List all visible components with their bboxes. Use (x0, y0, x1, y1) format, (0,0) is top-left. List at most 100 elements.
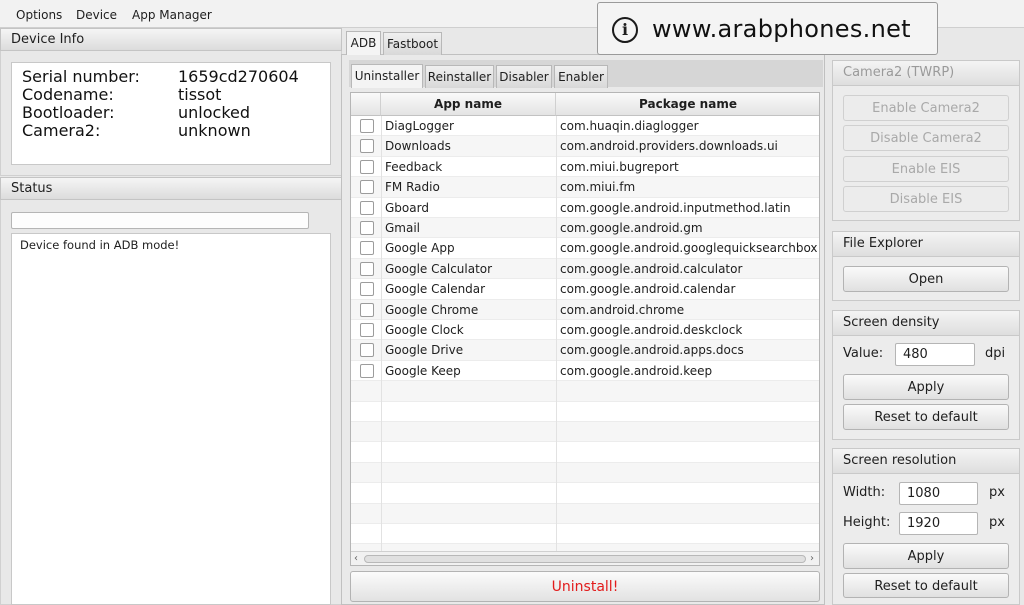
app-name-cell: Google App (385, 241, 455, 256)
menu-device[interactable]: Device (76, 8, 117, 22)
table-row[interactable]: Gmail com.google.android.gm (351, 218, 819, 239)
app-name-cell: Google Keep (385, 363, 461, 378)
package-name-cell: com.huaqin.diaglogger (560, 119, 699, 133)
density-value-label: Value: (843, 346, 884, 361)
table-row[interactable]: Google Calculator com.google.android.calc… (351, 258, 819, 280)
bootloader-value: unlocked (178, 103, 251, 122)
package-name-cell: com.android.providers.downloads.ui (560, 139, 778, 154)
width-unit: px (989, 485, 1005, 500)
app-name-cell: Downloads (385, 139, 451, 154)
width-label: Width: (843, 485, 886, 500)
serial-value: 1659cd270604 (178, 67, 299, 86)
tab-enabler[interactable]: Enabler (554, 65, 608, 88)
table-row[interactable]: Google Calendar com.google.android.calend… (351, 279, 819, 300)
table-row[interactable]: FM Radio com.miui.fm (351, 177, 819, 198)
row-checkbox[interactable] (360, 323, 374, 337)
open-button[interactable]: Open (843, 266, 1009, 292)
status-log: Device found in ADB mode! (11, 233, 331, 605)
disable-eis-button[interactable]: Disable EIS (843, 186, 1009, 212)
serial-label: Serial number: (22, 67, 140, 86)
app-name-cell: Google Calculator (385, 261, 493, 276)
table-row[interactable]: Google Keep com.google.android.keep (351, 361, 819, 382)
package-name-cell: com.miui.bugreport (560, 159, 679, 174)
row-checkbox[interactable] (360, 241, 374, 256)
row-checkbox[interactable] (360, 363, 374, 378)
empty-table-row (351, 442, 819, 463)
row-checkbox[interactable] (360, 180, 374, 195)
resolution-reset-button[interactable]: Reset to default (843, 573, 1009, 598)
package-name-cell: com.google.android.deskclock (560, 323, 743, 337)
header-package-name[interactable]: Package name (556, 93, 819, 116)
row-checkbox[interactable] (360, 139, 374, 154)
status-header: Status (0, 177, 342, 200)
scrollbar-thumb[interactable] (364, 555, 806, 563)
width-input[interactable]: 1080 (899, 482, 978, 505)
enable-eis-button[interactable]: Enable EIS (843, 156, 1009, 182)
package-name-cell: com.google.android.gm (560, 221, 703, 235)
status-progress-bar (11, 212, 309, 229)
codename-label: Codename: (22, 85, 114, 104)
row-checkbox[interactable] (360, 261, 374, 276)
table-row[interactable]: Feedback com.miui.bugreport (351, 157, 819, 178)
row-checkbox[interactable] (360, 221, 374, 235)
row-checkbox[interactable] (360, 159, 374, 174)
app-name-cell: Google Drive (385, 343, 464, 358)
density-input[interactable]: 480 (895, 343, 975, 366)
scroll-left-icon[interactable]: ‹ (354, 552, 358, 565)
header-app-name[interactable]: App name (381, 93, 556, 116)
tab-reinstaller[interactable]: Reinstaller (425, 65, 494, 88)
screen-resolution-group: Screen resolution Width: 1080 px Height:… (832, 448, 1020, 605)
table-row[interactable]: DiagLogger com.huaqin.diaglogger (351, 116, 819, 137)
app-name-cell: Google Calendar (385, 282, 486, 297)
table-row[interactable]: Google Drive com.google.android.apps.docs (351, 340, 819, 361)
empty-table-row (351, 462, 819, 484)
horizontal-scrollbar[interactable]: ‹ › (351, 551, 819, 565)
row-checkbox[interactable] (360, 282, 374, 297)
tab-disabler[interactable]: Disabler (496, 65, 552, 88)
empty-table-row (351, 524, 819, 545)
empty-table-row (351, 483, 819, 504)
screen-resolution-title: Screen resolution (833, 449, 1019, 474)
disable-camera2-button[interactable]: Disable Camera2 (843, 125, 1009, 151)
table-row[interactable]: Google App com.google.android.googlequick… (351, 238, 819, 259)
package-name-cell: com.google.android.keep (560, 363, 713, 378)
empty-table-row (351, 381, 819, 402)
package-name-cell: com.google.android.inputmethod.latin (560, 200, 791, 215)
menu-app-manager[interactable]: App Manager (132, 8, 212, 22)
package-name-cell: com.google.android.calendar (560, 282, 736, 297)
table-row[interactable]: Gboard com.google.android.inputmethod.lat… (351, 198, 819, 218)
app-name-cell: Google Chrome (385, 302, 479, 317)
tab-uninstaller[interactable]: Uninstaller (351, 64, 423, 88)
row-checkbox[interactable] (360, 200, 374, 215)
file-explorer-title: File Explorer (833, 232, 1019, 257)
info-icon: i (612, 17, 638, 43)
height-label: Height: (843, 515, 891, 530)
file-explorer-group: File Explorer Open (832, 231, 1020, 301)
density-apply-button[interactable]: Apply (843, 374, 1009, 400)
package-name-cell: com.google.android.googlequicksearchbox (560, 241, 818, 256)
row-checkbox[interactable] (360, 119, 374, 133)
device-info-header: Device Info (0, 28, 342, 51)
package-name-cell: com.android.chrome (560, 302, 685, 317)
app-name-cell: Google Clock (385, 323, 464, 337)
height-input[interactable]: 1920 (899, 512, 978, 535)
tab-adb[interactable]: ADB (346, 31, 381, 55)
tab-fastboot[interactable]: Fastboot (383, 32, 442, 55)
scroll-right-icon[interactable]: › (810, 552, 814, 565)
package-name-cell: com.google.android.calculator (560, 261, 743, 276)
enable-camera2-button[interactable]: Enable Camera2 (843, 95, 1009, 121)
row-checkbox[interactable] (360, 343, 374, 358)
density-reset-button[interactable]: Reset to default (843, 404, 1009, 430)
resolution-apply-button[interactable]: Apply (843, 543, 1009, 569)
watermark-text: www.arabphones.net (652, 15, 911, 43)
app-name-cell: Gboard (385, 200, 429, 215)
uninstall-button[interactable]: Uninstall! (350, 571, 820, 602)
menu-options[interactable]: Options (16, 8, 62, 22)
table-row[interactable]: Google Chrome com.android.chrome (351, 299, 819, 320)
table-row[interactable]: Google Clock com.google.android.deskclock (351, 320, 819, 341)
table-row[interactable]: Downloads com.android.providers.downloads… (351, 136, 819, 157)
row-checkbox[interactable] (360, 302, 374, 317)
package-name-cell: com.miui.fm (560, 180, 636, 195)
header-select (351, 93, 381, 116)
app-name-cell: FM Radio (385, 180, 440, 195)
